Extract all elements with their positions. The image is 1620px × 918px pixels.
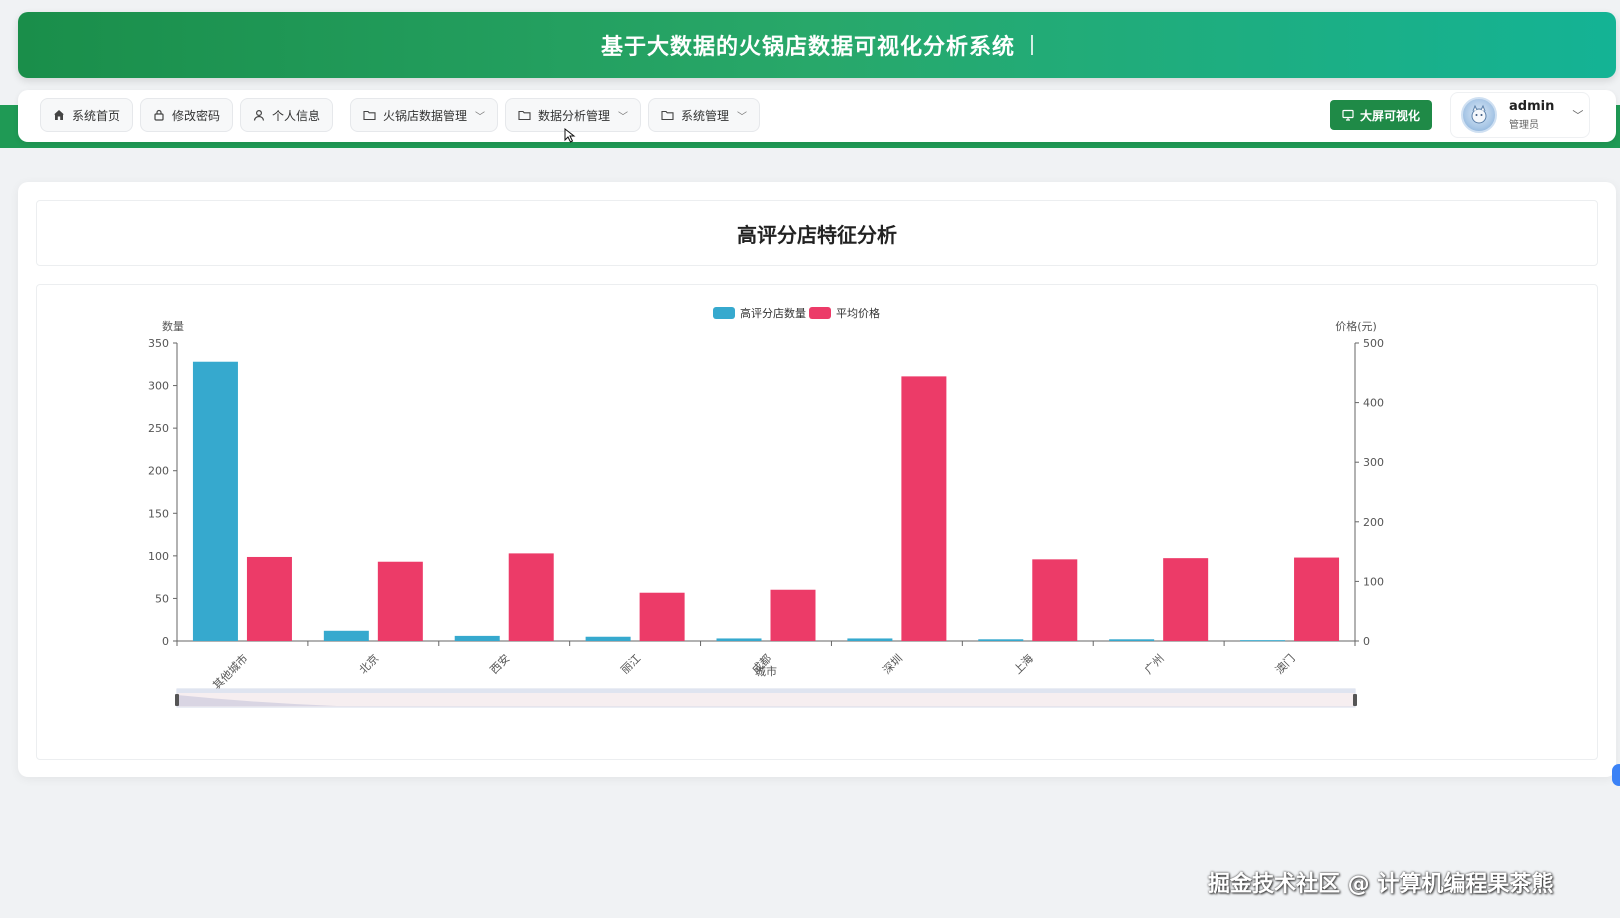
bar-count (978, 639, 1024, 641)
bar-price (1294, 557, 1340, 641)
nav-item-hotpot-data[interactable]: 火锅店数据管理 ﹀ (350, 98, 499, 132)
bar-count (192, 361, 238, 641)
y-axis-right-label: 价格(元) (1335, 319, 1377, 333)
folder-icon (518, 109, 531, 121)
big-screen-label: 大屏可视化 (1359, 108, 1420, 123)
legend-swatch (809, 307, 831, 319)
bar-count (716, 638, 762, 641)
y-left-tick-label: 100 (148, 550, 169, 563)
bar-count (1240, 640, 1286, 642)
text-caret (1031, 35, 1033, 55)
legend-label: 高评分店数量 (740, 306, 806, 320)
avatar (1461, 97, 1497, 133)
y-left-tick-label: 250 (148, 422, 169, 435)
home-icon (53, 109, 65, 121)
y-left-tick-label: 50 (155, 592, 169, 605)
bar-price (1032, 559, 1078, 641)
bar-price (246, 556, 292, 641)
lock-icon (153, 109, 165, 121)
nav-item-label: 修改密码 (172, 108, 221, 123)
content-card: 高评分店特征分析 高评分店数量 平均价格数量 价格(元) 0 50 100 150 200 25… (18, 182, 1616, 777)
mouse-cursor-icon (564, 127, 576, 148)
avatar-icon (1471, 104, 1487, 124)
chevron-down-icon: ﹀ (1572, 109, 1584, 122)
monitor-icon (1342, 109, 1354, 121)
nav-item-label: 系统首页 (72, 108, 121, 123)
legend-label: 平均价格 (836, 306, 880, 320)
folder-icon (363, 109, 376, 121)
x-tick-label: 丽江 (618, 652, 643, 677)
x-tick-label: 澳门 (1272, 651, 1297, 676)
data-zoom-top-bar (177, 689, 1355, 693)
chevron-down-icon: ﹀ (737, 111, 748, 123)
x-tick-label: 其他城市 (210, 651, 251, 692)
nav-item-label: 系统管理 (681, 108, 730, 123)
nav-item-system-management[interactable]: 系统管理 ﹀ (648, 98, 761, 132)
chevron-down-icon: ﹀ (475, 111, 486, 123)
bar-price (639, 592, 685, 641)
watermark-text: 掘金技术社区 @ 计算机编程果茶熊 (1208, 872, 1554, 897)
y-left-tick-label: 350 (148, 337, 169, 350)
bar-price (770, 589, 816, 641)
y-right-tick-label: 200 (1363, 516, 1384, 529)
y-left-tick-label: 300 (148, 380, 169, 393)
y-axis-left-label: 数量 (162, 320, 184, 333)
x-tick-label: 广州 (1142, 652, 1167, 677)
user-role: 管理员 (1509, 120, 1539, 131)
y-left-tick-label: 200 (148, 465, 169, 478)
nav-item-label: 个人信息 (272, 108, 321, 123)
y-right-tick-label: 400 (1363, 397, 1384, 410)
y-right-tick-label: 300 (1363, 456, 1384, 469)
user-name: admin (1509, 99, 1555, 114)
x-tick-label: 上海 (1010, 651, 1035, 676)
bar-count (454, 635, 500, 641)
bar-price (508, 553, 554, 641)
header-banner: 基于大数据的火锅店数据可视化分析系统 (18, 12, 1616, 78)
bar-count (323, 630, 369, 641)
floating-scroll-handle[interactable] (1612, 764, 1620, 786)
legend-swatch (713, 307, 735, 319)
y-right-tick-label: 100 (1363, 575, 1384, 588)
folder-icon (661, 109, 674, 121)
bar-price (901, 376, 947, 641)
bar-price (1163, 558, 1209, 641)
chevron-down-icon: ﹀ (618, 111, 629, 123)
user-menu[interactable]: admin 管理员 ﹀ (1450, 92, 1590, 138)
bar-chart: 高评分店数量 平均价格数量 价格(元) 0 50 100 150 200 250 300 350 0 1… (148, 306, 1384, 708)
nav-item-profile[interactable]: 个人信息 (240, 98, 334, 132)
top-navbar: 系统首页 修改密码 个人信息 火锅店数据管理 ﹀ 数据分析管理 ﹀ 系统管理 ﹀ (18, 90, 1616, 142)
x-tick-label: 西安 (487, 651, 512, 676)
y-right-tick-label: 0 (1363, 635, 1370, 648)
y-left-tick-label: 0 (162, 635, 169, 648)
y-right-tick-label: 500 (1363, 337, 1384, 350)
page-title-card: 高评分店特征分析 (36, 200, 1598, 266)
bar-count (585, 636, 631, 641)
y-left-tick-label: 150 (148, 507, 169, 520)
bar-count (1109, 639, 1155, 641)
system-title: 基于大数据的火锅店数据可视化分析系统 (600, 35, 1015, 60)
big-screen-button[interactable]: 大屏可视化 (1330, 100, 1432, 130)
bar-count (847, 638, 893, 641)
nav-item-change-password[interactable]: 修改密码 (140, 98, 234, 132)
nav-item-data-analysis[interactable]: 数据分析管理 ﹀ (505, 98, 642, 132)
x-tick-label: 北京 (356, 651, 381, 676)
nav-item-label: 数据分析管理 (538, 108, 611, 123)
page-title: 高评分店特征分析 (737, 222, 897, 247)
data-zoom-handle-right[interactable] (1353, 694, 1357, 706)
user-icon (253, 109, 265, 121)
x-axis-label: 城市 (755, 664, 777, 678)
chart-card: 高评分店数量 平均价格数量 价格(元) 0 50 100 150 200 250 300 350 0 1… (36, 284, 1598, 760)
bar-price (377, 561, 423, 641)
nav-item-home[interactable]: 系统首页 (40, 98, 134, 132)
nav-item-label: 火锅店数据管理 (383, 108, 468, 123)
data-zoom-handle-left[interactable] (175, 694, 179, 706)
x-tick-label: 深圳 (880, 652, 905, 677)
